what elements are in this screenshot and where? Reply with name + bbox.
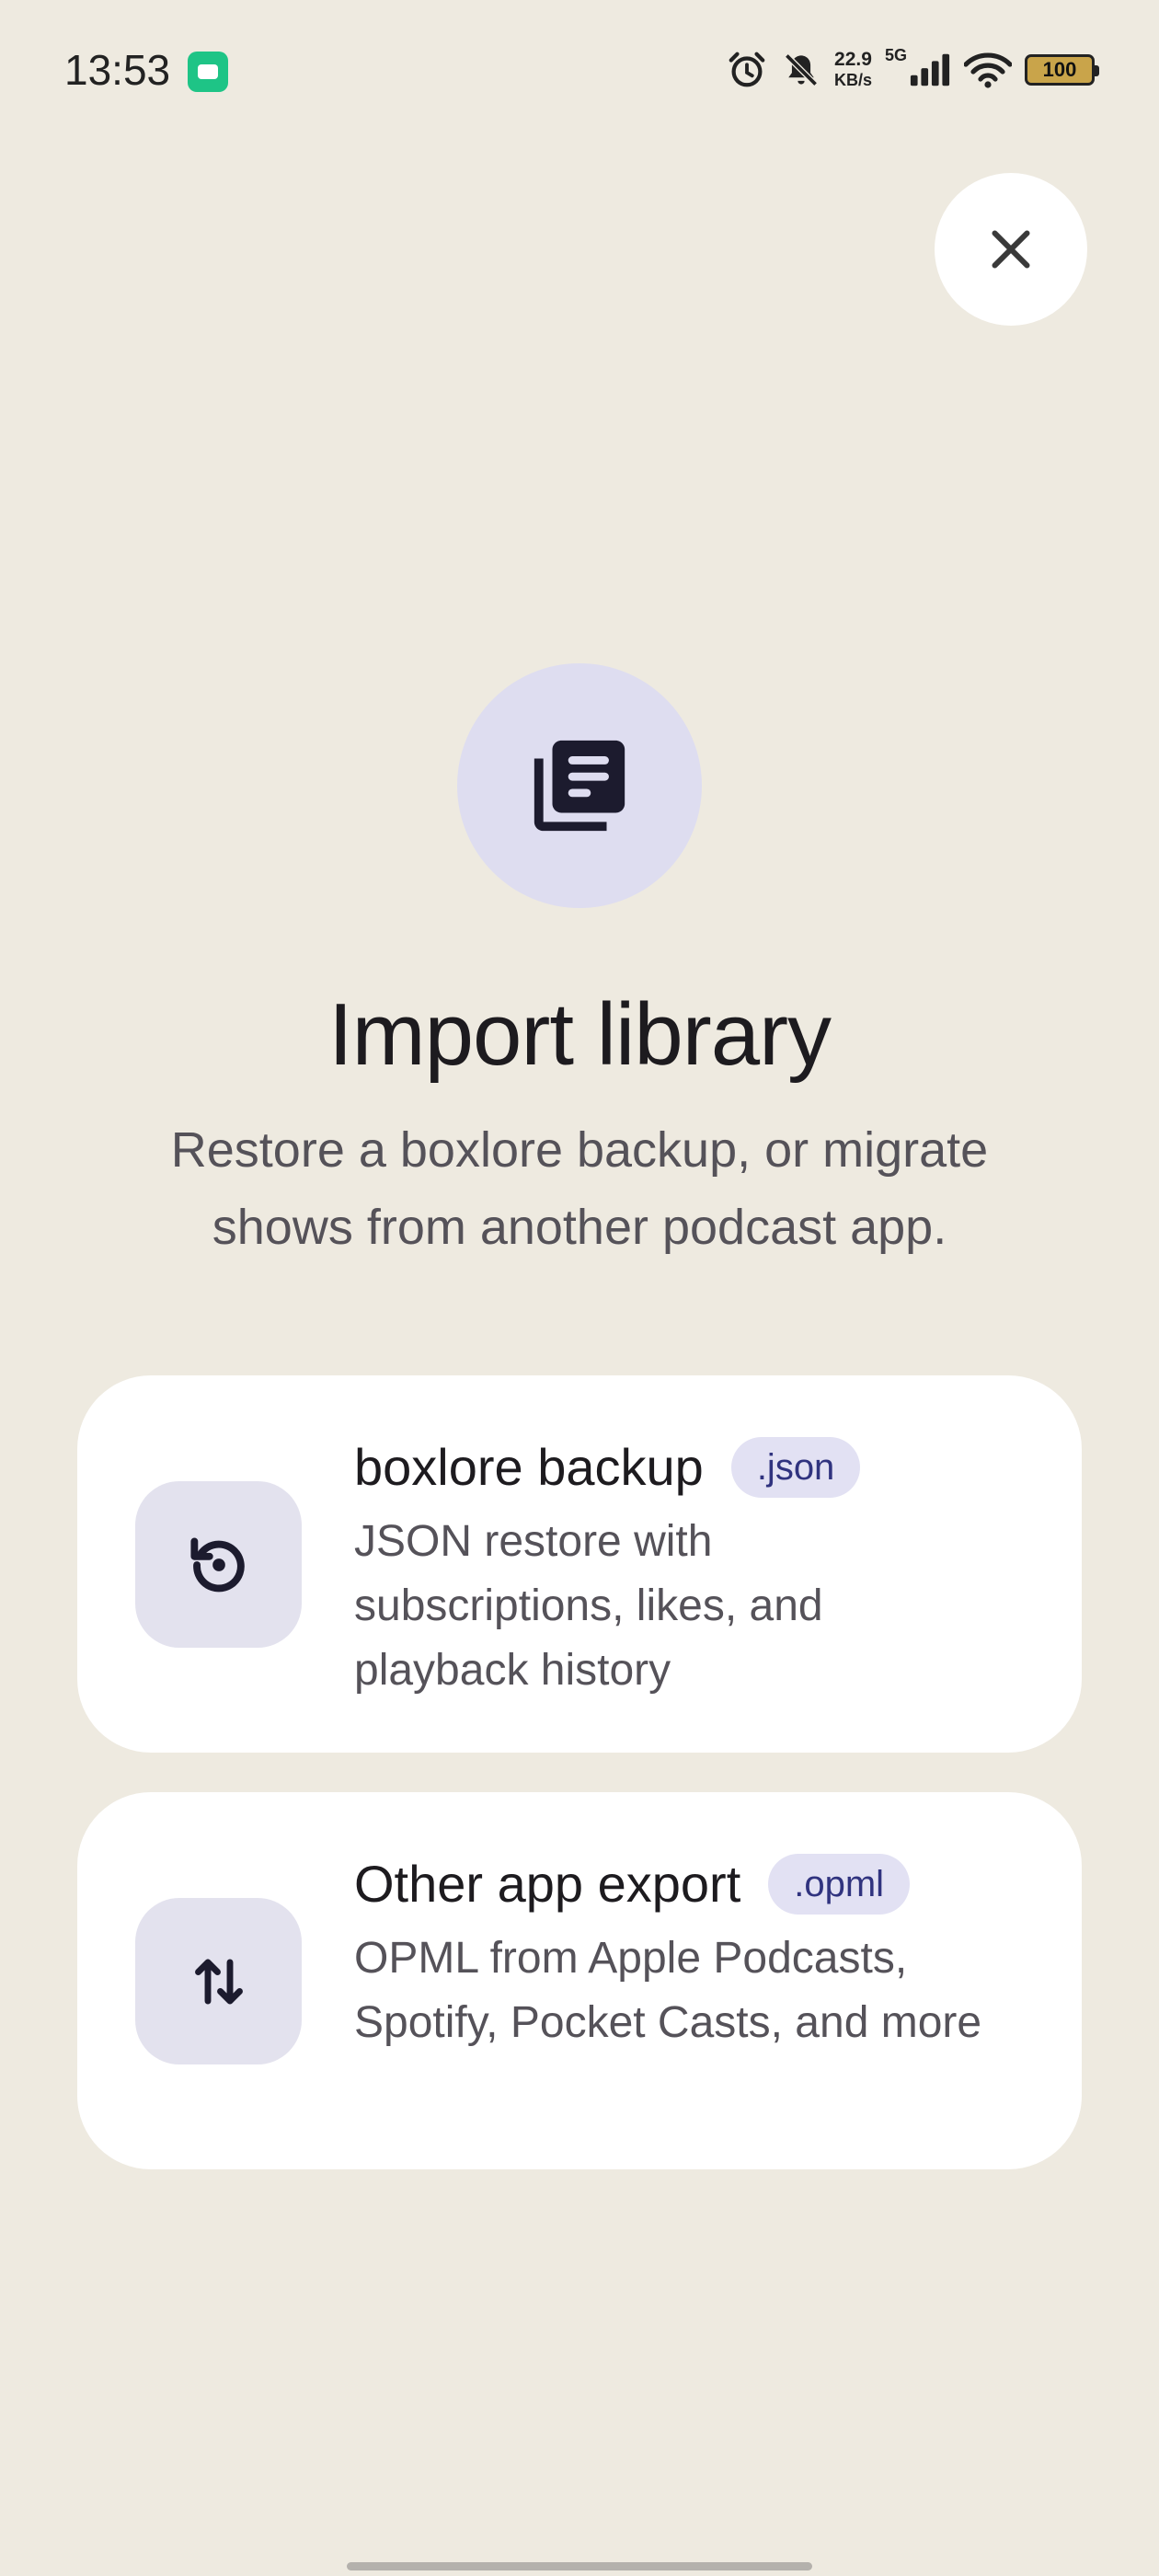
status-icons: 22.9 KB/s 5G 100	[726, 42, 1099, 98]
network-speed: 22.9 KB/s	[834, 50, 872, 90]
card-title: boxlore backup	[354, 1438, 704, 1496]
close-icon	[992, 230, 1030, 269]
card-description: JSON restore with subscriptions, likes, …	[354, 1517, 823, 1695]
card-icon-tile	[135, 1898, 302, 2064]
card-title: Other app export	[354, 1855, 741, 1913]
battery-level: 100	[1042, 58, 1077, 81]
alarm-icon	[726, 49, 768, 91]
status-bar: 13:53 22.9 KB/s 5G 100	[0, 0, 1159, 138]
format-badge: .opml	[768, 1854, 911, 1915]
card-description: OPML from Apple Podcasts, Spotify, Pocke…	[354, 1934, 982, 2047]
bell-off-icon	[781, 50, 821, 90]
page-subtitle: Restore a boxlore backup, or migrate sho…	[170, 1122, 989, 1255]
gesture-navigation-bar[interactable]	[347, 2562, 812, 2570]
swap-vertical-icon	[194, 1959, 243, 2004]
option-card-boxlore-backup[interactable]: boxlore backup .json JSON restore with s…	[77, 1375, 1082, 1753]
network-speed-unit: KB/s	[833, 71, 872, 89]
library-icon	[534, 740, 625, 832]
notification-app-icon	[188, 52, 228, 92]
close-button[interactable]	[935, 173, 1087, 326]
hero-icon-container	[457, 663, 702, 908]
battery-indicator: 100	[1025, 54, 1099, 86]
network-speed-value: 22.9	[834, 49, 872, 70]
network-type: 5G	[884, 45, 907, 64]
format-badge: .json	[730, 1437, 861, 1498]
card-icon-tile	[135, 1481, 302, 1648]
restore-icon	[189, 1536, 245, 1592]
wifi-icon	[964, 51, 1012, 89]
signal-icon	[909, 52, 951, 88]
page-title: Import library	[327, 985, 832, 1084]
status-time: 13:53	[64, 46, 171, 94]
option-card-other-app-export[interactable]: Other app export .opml OPML from Apple P…	[77, 1792, 1082, 2169]
